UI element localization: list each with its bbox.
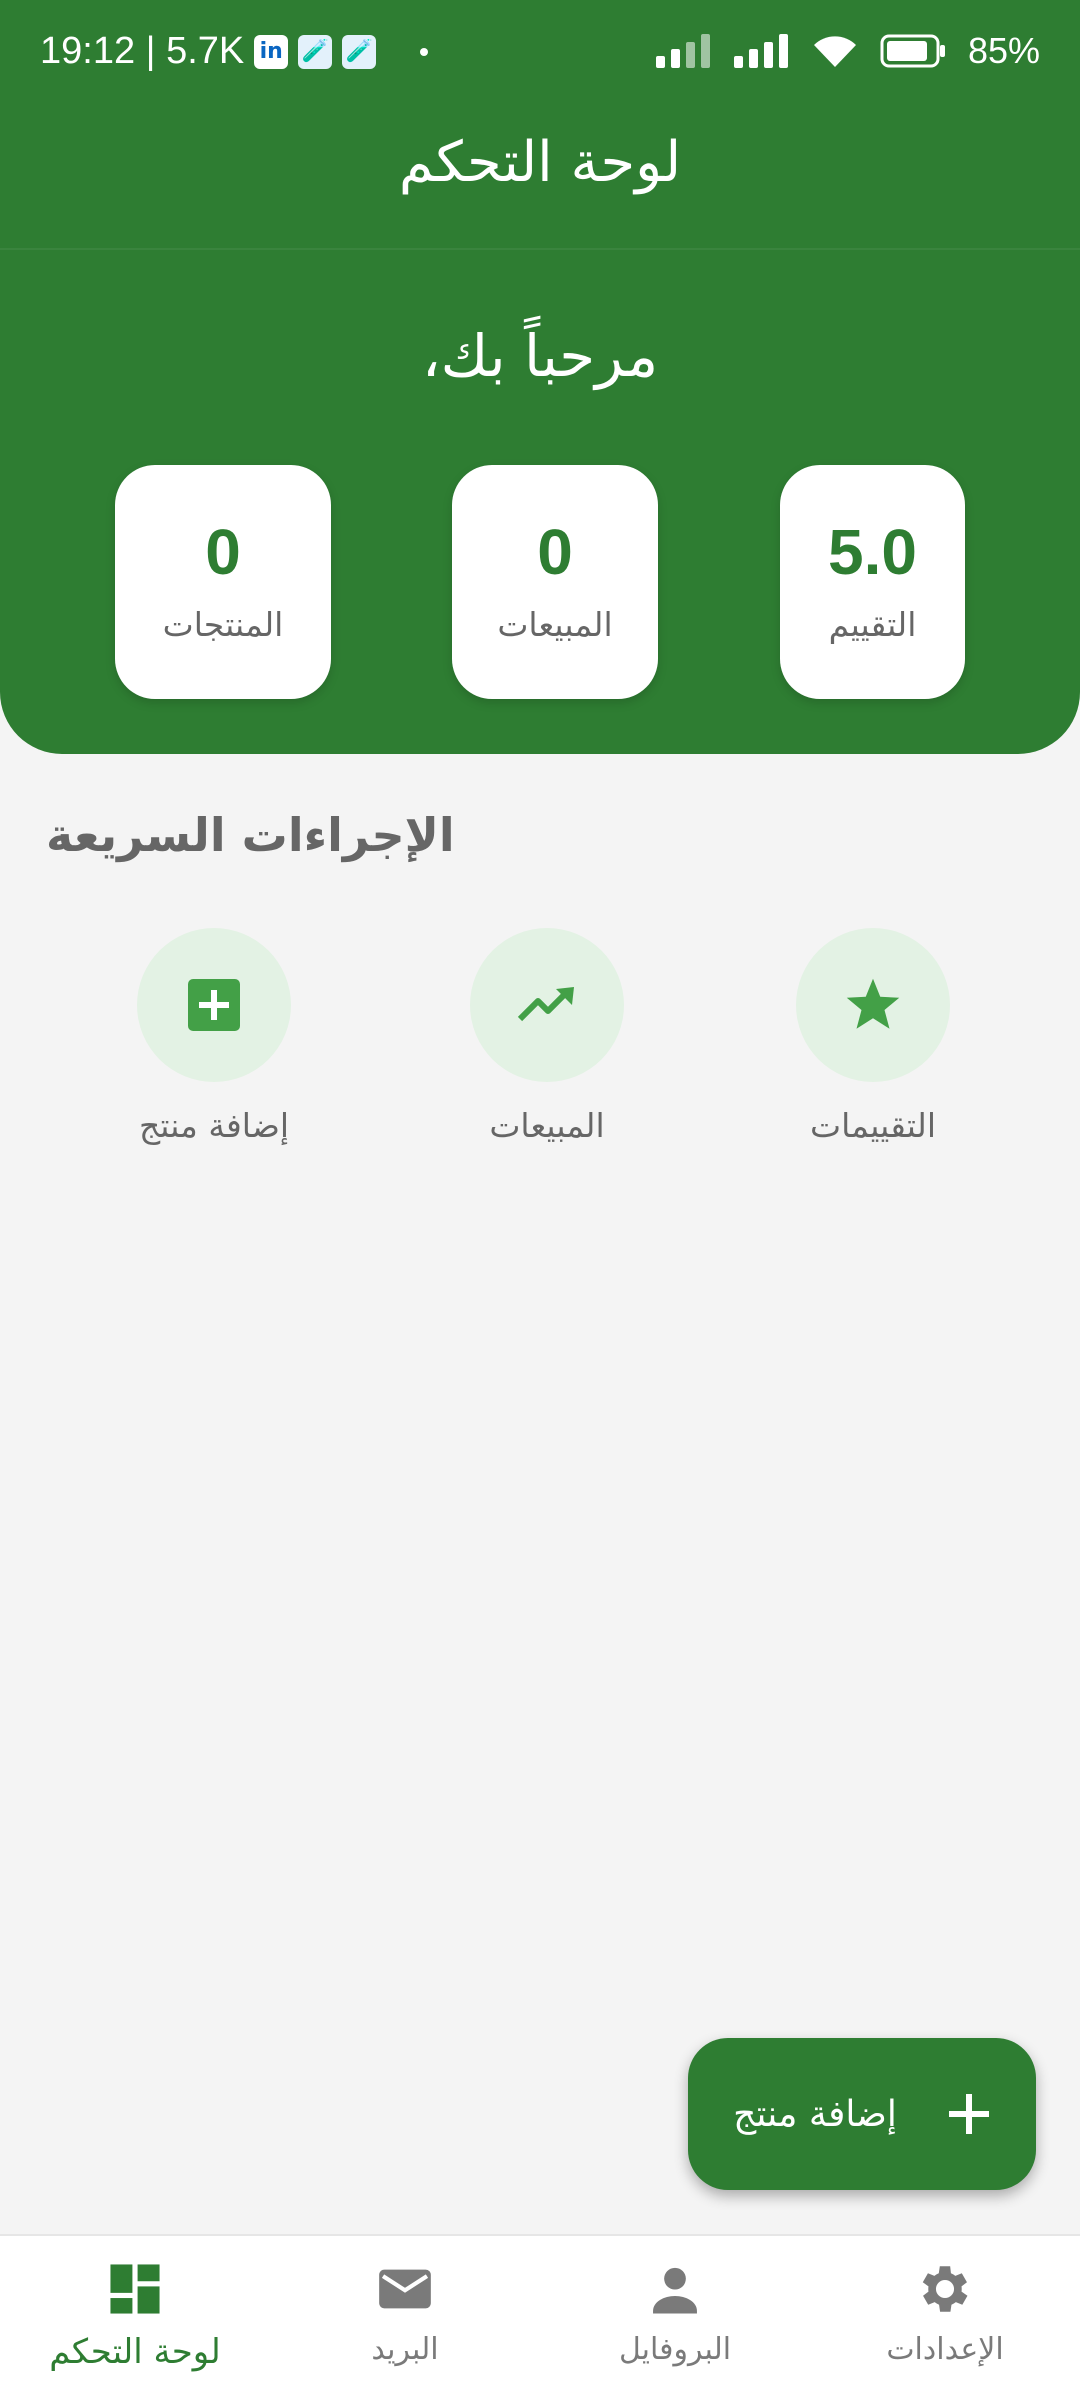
action-circle — [796, 928, 950, 1082]
linkedin-icon: in — [254, 34, 289, 69]
trending-up-icon — [517, 987, 574, 1022]
stat-card-products: 0 المنتجات — [115, 465, 331, 699]
stat-label: التقييم — [828, 605, 917, 644]
add-box-icon — [188, 979, 240, 1031]
nav-label: لوحة التحكم — [49, 2332, 221, 2372]
person-icon — [653, 2267, 697, 2314]
nav-label: الإعدادات — [886, 2332, 1004, 2367]
fab-label: إضافة منتج — [733, 2093, 897, 2135]
stat-label: المبيعات — [497, 605, 613, 644]
nav-item-profile[interactable]: البروفايل — [540, 2258, 810, 2367]
quick-actions-title: الإجراءات السريعة — [46, 808, 455, 862]
gear-icon — [922, 2266, 968, 2312]
signal-icon — [733, 34, 788, 68]
title-divider — [0, 248, 1080, 250]
stat-value: 0 — [205, 516, 241, 588]
nav-item-settings[interactable]: الإعدادات — [810, 2258, 1080, 2367]
page-title: لوحة التحكم — [398, 130, 682, 195]
add-product-fab[interactable]: إضافة منتج — [688, 2038, 1036, 2190]
stat-value: 5.0 — [828, 516, 917, 588]
action-label: المبيعات — [489, 1106, 605, 1145]
quick-action-reviews[interactable]: التقييمات — [773, 928, 973, 1145]
quick-action-add-product[interactable]: إضافة منتج — [114, 928, 314, 1145]
stat-card-sales: 0 المبيعات — [452, 465, 658, 699]
status-right: 85% — [655, 30, 1040, 72]
action-label: إضافة منتج — [138, 1106, 290, 1145]
stat-label: المنتجات — [162, 605, 284, 644]
plus-icon — [948, 2094, 989, 2134]
battery-icon — [880, 34, 945, 68]
action-circle — [137, 928, 291, 1082]
flask-icon: 🧪 — [342, 34, 377, 69]
notification-dot-icon — [420, 47, 429, 56]
stat-card-rating: 5.0 التقييم — [780, 465, 965, 699]
nav-label: البروفايل — [618, 2332, 732, 2367]
star-icon — [846, 978, 900, 1029]
battery-percent: 85% — [967, 30, 1040, 71]
header-panel: 19:12 | 5.7K in 🧪 🧪 85% لوحة التحكم مرحب… — [0, 0, 1080, 754]
quick-action-sales[interactable]: المبيعات — [447, 928, 647, 1145]
flask-icon: 🧪 — [298, 34, 333, 69]
status-time: 19:12 | 5.7K — [40, 30, 245, 72]
mail-icon — [379, 2269, 431, 2309]
action-label: التقييمات — [810, 1106, 936, 1145]
nav-item-mail[interactable]: البريد — [270, 2258, 540, 2367]
status-left: 19:12 | 5.7K in 🧪 🧪 — [40, 30, 429, 73]
stat-value: 0 — [537, 516, 573, 588]
nav-item-dashboard[interactable]: لوحة التحكم — [0, 2258, 270, 2372]
signal-icon — [655, 34, 710, 68]
wifi-icon — [813, 36, 856, 67]
welcome-text: مرحباً بك، — [421, 322, 659, 390]
bottom-navigation: الإعدادات البروفايل البريد لوحة التحكم — [0, 2234, 1080, 2400]
status-bar: 19:12 | 5.7K in 🧪 🧪 85% — [0, 0, 1080, 110]
dashboard-icon — [110, 2264, 160, 2314]
action-circle — [470, 928, 624, 1082]
nav-label: البريد — [371, 2332, 439, 2367]
